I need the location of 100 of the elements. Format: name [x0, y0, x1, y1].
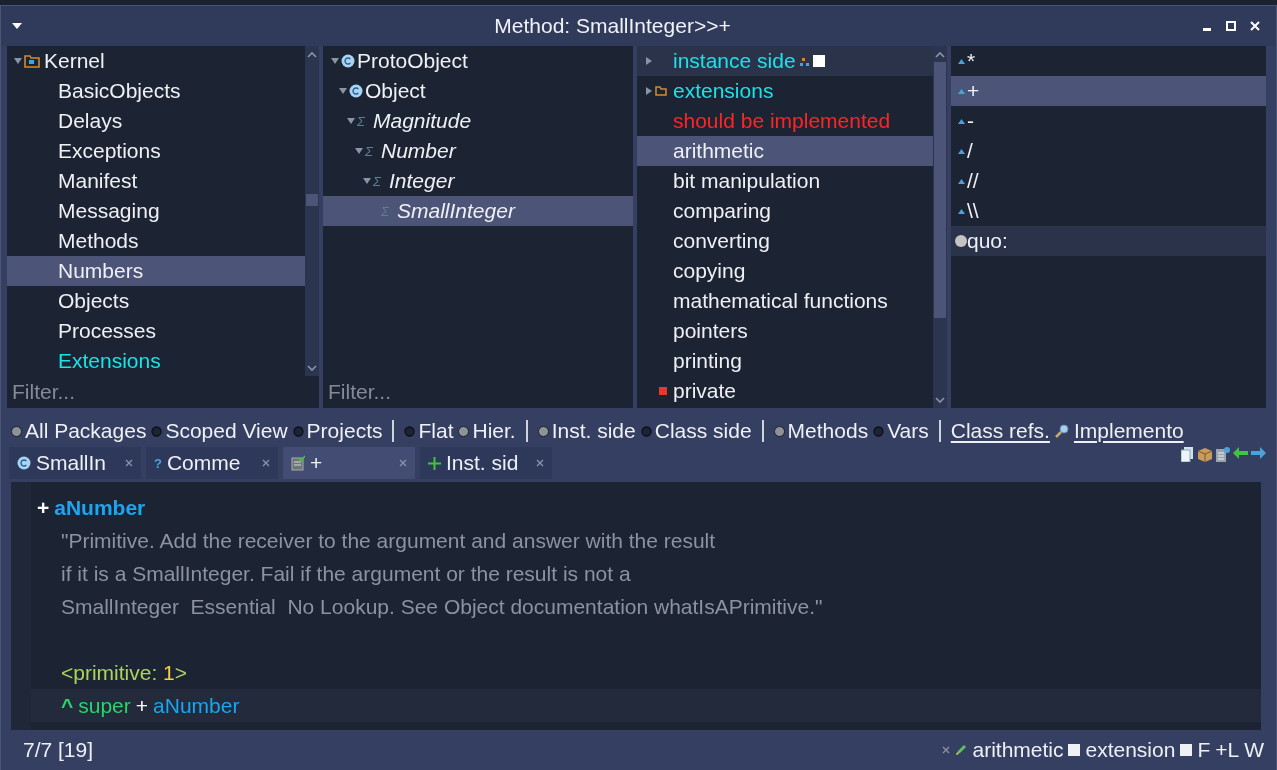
list-item[interactable]: should be implemented	[637, 106, 933, 136]
menu-triangle-icon[interactable]	[11, 22, 23, 30]
list-item[interactable]: /	[951, 136, 1266, 166]
scrollbar-drawing[interactable]	[305, 46, 319, 376]
tree-item[interactable]: Messaging	[7, 196, 305, 226]
checkbox[interactable]	[1068, 744, 1081, 756]
radio-button[interactable]: Methods	[773, 419, 869, 443]
code-token: SmallInteger Essential No Lookup. See Object documentation whatIsAPrimitive."	[61, 594, 823, 619]
scrollbar-drawing[interactable]	[933, 46, 947, 408]
radio-button[interactable]: Hier.	[458, 419, 516, 443]
list-item[interactable]: +	[951, 76, 1266, 106]
protocol-label: arithmetic	[972, 738, 1064, 762]
list-item[interactable]: bit manipulation	[637, 166, 933, 196]
class-icon	[349, 84, 363, 98]
list-item[interactable]: *	[951, 46, 1266, 76]
disclosure-triangle-icon[interactable]	[644, 56, 654, 66]
up-triangle-icon	[957, 148, 965, 154]
disclosure-triangle-icon[interactable]	[354, 146, 364, 156]
list-item[interactable]: private	[637, 376, 933, 406]
right-arrow-icon[interactable]	[1251, 447, 1266, 459]
disclosure-triangle-icon[interactable]	[362, 176, 372, 186]
plus-icon	[428, 456, 441, 470]
method-document-icon	[291, 455, 305, 471]
tree-item[interactable]: Σ Magnitude	[323, 106, 633, 136]
list-item[interactable]: arithmetic	[637, 136, 933, 166]
window-title: Method: SmallInteger>>+	[493, 14, 732, 38]
class-icon	[341, 54, 355, 68]
checkbox-label: extension	[1085, 738, 1176, 762]
flag-label: W	[1244, 738, 1264, 762]
tab[interactable]: SmallIn	[9, 447, 141, 479]
list-item[interactable]: //	[951, 166, 1266, 196]
code-token: +	[135, 693, 149, 718]
list-item[interactable]: -	[951, 106, 1266, 136]
radio-button[interactable]: Inst. side	[537, 419, 636, 443]
dot-icon	[955, 235, 967, 247]
radio-button[interactable]: Projects	[292, 419, 383, 443]
list-item[interactable]: converting	[637, 226, 933, 256]
flag-label: +L	[1215, 738, 1240, 762]
list-item[interactable]: instance side	[637, 46, 933, 76]
code-token: if it is a SmallInteger. Fail if the argument or the result is not a	[61, 561, 631, 586]
tree-item[interactable]: Manifest	[7, 166, 305, 196]
help-marker: ?	[154, 455, 162, 471]
search-icon[interactable]	[1054, 424, 1069, 438]
disclosure-triangle-icon[interactable]	[330, 56, 340, 66]
document-icon[interactable]	[1216, 447, 1230, 462]
list-item[interactable]: quo:	[951, 226, 1266, 256]
disclosure-triangle-icon[interactable]	[338, 86, 348, 96]
code-token: "Primitive. Add the receiver to the argument and answer with the result	[61, 528, 716, 553]
disclosure-triangle-icon[interactable]	[644, 86, 654, 96]
list-item[interactable]: mathematical functions	[637, 286, 933, 316]
link[interactable]: Implemento	[1073, 419, 1184, 443]
radio-button[interactable]: Scoped View	[151, 419, 288, 443]
tree-item[interactable]: ProtoObject	[323, 46, 633, 76]
radio-button[interactable]: All Packages	[11, 419, 147, 443]
tree-item[interactable]: Object	[323, 76, 633, 106]
tree-item[interactable]: Numbers	[7, 256, 305, 286]
list-item[interactable]: \\	[951, 196, 1266, 226]
tree-item[interactable]: Extensions	[7, 346, 305, 376]
square-icon	[659, 387, 667, 395]
list-item[interactable]: printing	[637, 346, 933, 376]
tree-item[interactable]: Processes	[7, 316, 305, 346]
disclosure-triangle-icon[interactable]	[13, 56, 23, 66]
package-icon[interactable]	[1197, 447, 1213, 462]
tree-item[interactable]: Σ Number	[323, 136, 633, 166]
position-text: 7/7 [19]	[23, 738, 94, 762]
list-item[interactable]: copying	[637, 256, 933, 286]
list-item[interactable]: comparing	[637, 196, 933, 226]
pencil-icon[interactable]	[955, 744, 968, 756]
disclosure-triangle-icon[interactable]	[346, 116, 356, 126]
class-icon	[17, 456, 31, 470]
radio-button[interactable]: Vars	[873, 419, 929, 443]
abstract-marker: Σ	[365, 143, 373, 159]
link[interactable]: Class refs.	[950, 419, 1050, 443]
list-item[interactable]: pointers	[637, 316, 933, 346]
abstract-marker: Σ	[357, 113, 365, 129]
radio-button[interactable]: Class side	[640, 419, 752, 443]
tab[interactable]: ? Comme	[146, 447, 278, 479]
list-item[interactable]: extensions	[637, 76, 933, 106]
maximize-icon[interactable]	[1226, 21, 1236, 31]
tab[interactable]: Inst. sid	[420, 447, 552, 479]
checkbox[interactable]	[1180, 744, 1193, 756]
folder-icon	[655, 86, 667, 96]
instance-side-icons	[799, 54, 826, 68]
tab[interactable]: +	[283, 447, 415, 479]
tree-item[interactable]: Σ Integer	[323, 166, 633, 196]
code-token: ^	[61, 693, 74, 718]
code-token: <primitive:	[61, 660, 159, 685]
radio-button[interactable]: Flat	[404, 419, 454, 443]
tree-item[interactable]: Kernel	[7, 46, 305, 76]
tree-item[interactable]: Objects	[7, 286, 305, 316]
tree-item[interactable]: Delays	[7, 106, 305, 136]
document-icon[interactable]	[1181, 447, 1194, 462]
left-arrow-icon[interactable]	[1233, 447, 1248, 459]
tree-item[interactable]: Exceptions	[7, 136, 305, 166]
abstract-marker: Σ	[373, 173, 381, 189]
up-triangle-icon	[957, 178, 965, 184]
tree-item[interactable]: BasicObjects	[7, 76, 305, 106]
tree-item[interactable]: Methods	[7, 226, 305, 256]
folder-icon	[24, 54, 40, 68]
code-token: aNumber	[54, 495, 146, 520]
